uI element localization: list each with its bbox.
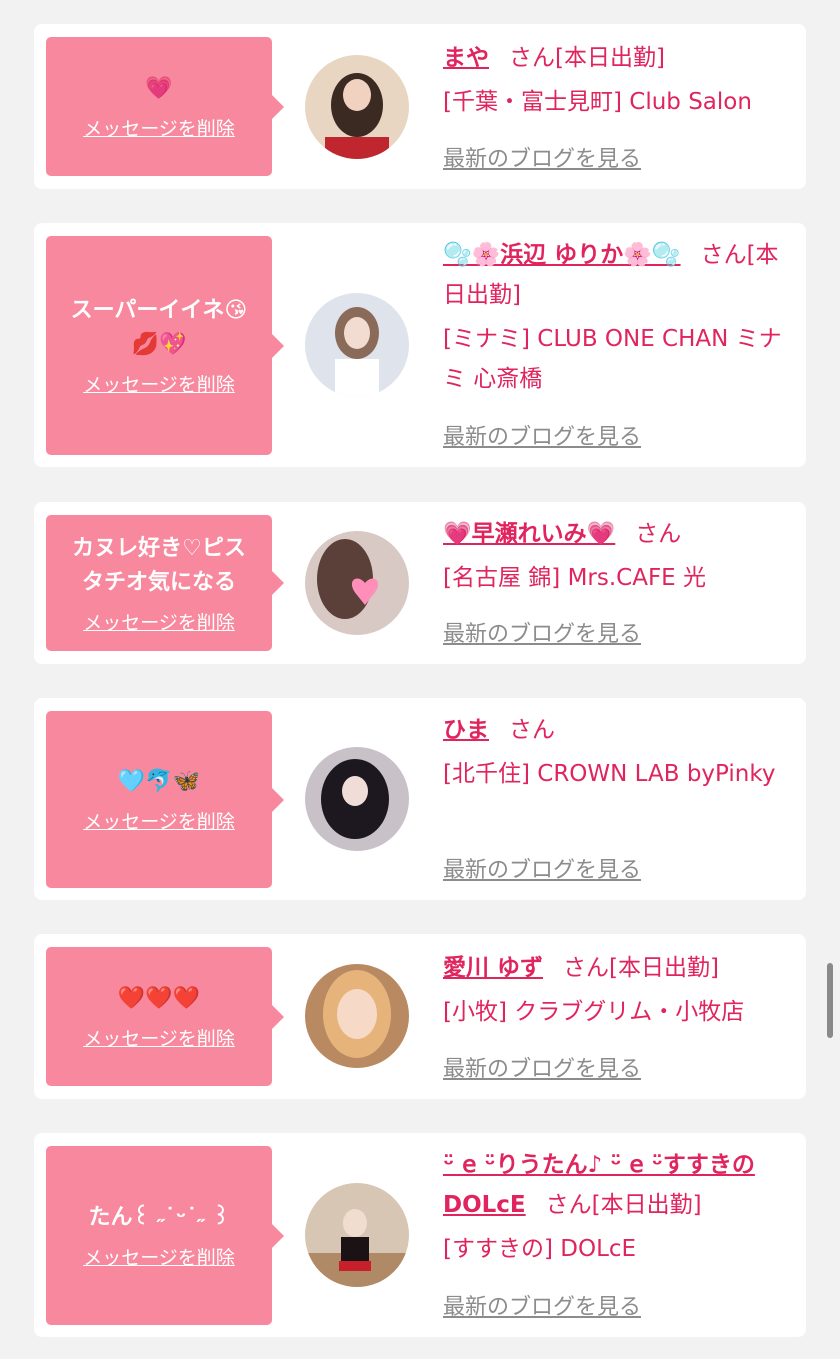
avatar[interactable] [305,1183,409,1287]
message-card: 🩵🐬🦋 メッセージを削除 ひま さん [北千住] CROWN LAB byPink… [34,698,806,900]
profile-info: ひま さん [北千住] CROWN LAB byPinky [443,710,792,794]
profile-name-link[interactable]: 🫧🌸浜辺 ゆりか🌸🫧 [443,242,681,268]
avatar[interactable] [305,293,409,397]
profile-info: ᵕ̈ 𝖾 ᵕ̈りうたん♪ ᵕ̈ 𝖾 ᵕ̈すすきのDOLcE さん[本日出勤] [す… [443,1145,792,1269]
delete-message-link[interactable]: メッセージを削除 [83,1243,235,1270]
profile-name-link[interactable]: 愛川 ゆず [443,955,543,981]
profile-info: 愛川 ゆず さん[本日出勤] [小牧] クラブグリム・小牧店 [443,948,792,1032]
message-text: 🩵🐬🦋 [117,769,201,794]
store-name: [北千住] CROWN LAB byPinky [443,761,776,787]
message-bubble: 💗 メッセージを削除 [46,37,284,176]
profile-name-link[interactable]: ひま [443,717,489,743]
honorific: さん [545,1192,592,1218]
message-card: 💗 メッセージを削除 まや さん[本日出勤] [千葉・富士見町] Club Sal… [34,24,806,189]
view-blog-link[interactable]: 最新のブログを見る [443,616,641,648]
view-blog-link[interactable]: 最新のブログを見る [443,1051,641,1083]
message-text: たん꒰ ˶˙ᵕ˙˶ ꒱ [88,1205,230,1230]
view-blog-link[interactable]: 最新のブログを見る [443,419,641,451]
message-bubble: カヌレ好き♡ピス タチオ気になる メッセージを削除 [46,515,284,651]
message-bubble: たん꒰ ˶˙ᵕ˙˶ ꒱ メッセージを削除 [46,1146,284,1325]
avatar[interactable] [305,964,409,1068]
attendance-status: [本日出勤] [555,45,665,71]
profile-info: まや さん[本日出勤] [千葉・富士見町] Club Salon [443,38,792,122]
view-blog-link[interactable]: 最新のブログを見る [443,852,641,884]
view-blog-link[interactable]: 最新のブログを見る [443,141,641,173]
delete-message-link[interactable]: メッセージを削除 [83,114,235,141]
profile-name-link[interactable]: 💗早瀬れいみ💗 [443,521,615,547]
avatar[interactable] [305,747,409,851]
delete-message-link[interactable]: メッセージを削除 [83,370,235,397]
delete-message-link[interactable]: メッセージを削除 [83,807,235,834]
honorific: さん [635,521,682,547]
scrollbar[interactable] [827,963,833,1038]
delete-message-link[interactable]: メッセージを削除 [83,1024,235,1051]
attendance-status: [本日出勤] [591,1192,702,1218]
honorific: さん [700,242,747,268]
store-name: [ミナミ] CLUB ONE CHAN ミナミ 心斎橋 [443,326,782,392]
store-name: [すすきの] DOLcE [443,1236,637,1262]
profile-info: 💗早瀬れいみ💗 さん [名古屋 錦] Mrs.CAFE 光 [443,514,792,598]
delete-message-link[interactable]: メッセージを削除 [83,608,235,635]
honorific: さん [563,955,610,981]
avatar[interactable] [305,531,409,635]
profile-info: 🫧🌸浜辺 ゆりか🌸🫧 さん[本日出勤] [ミナミ] CLUB ONE CHAN ミ… [443,235,792,399]
message-text: カヌレ好き♡ピス タチオ気になる [72,535,246,595]
view-blog-link[interactable]: 最新のブログを見る [443,1289,641,1321]
message-text: ❤️❤️❤️ [117,986,201,1011]
message-card: たん꒰ ˶˙ᵕ˙˶ ꒱ メッセージを削除 ᵕ̈ 𝖾 ᵕ̈りうたん♪ ᵕ̈ 𝖾 ᵕ… [34,1133,806,1337]
message-text: スーパーイイネ😘 💋💖 [70,298,248,357]
message-card: カヌレ好き♡ピス タチオ気になる メッセージを削除 💗早瀬れいみ💗 さん [名古屋… [34,502,806,664]
honorific: さん [509,45,555,71]
attendance-status: [本日出勤] [609,955,719,981]
store-name: [千葉・富士見町] Club Salon [443,89,752,115]
message-card: スーパーイイネ😘 💋💖 メッセージを削除 🫧🌸浜辺 ゆりか🌸🫧 さん[本日出勤] … [34,223,806,467]
store-name: [小牧] クラブグリム・小牧店 [443,999,745,1025]
message-card: ❤️❤️❤️ メッセージを削除 愛川 ゆず さん[本日出勤] [小牧] クラブグリ… [34,934,806,1099]
message-text: 💗 [145,76,173,101]
message-bubble: ❤️❤️❤️ メッセージを削除 [46,947,284,1086]
profile-name-link[interactable]: まや [443,45,489,71]
honorific: さん [509,717,555,743]
avatar[interactable] [305,55,409,159]
store-name: [名古屋 錦] Mrs.CAFE 光 [443,565,707,591]
message-bubble: スーパーイイネ😘 💋💖 メッセージを削除 [46,236,284,455]
message-bubble: 🩵🐬🦋 メッセージを削除 [46,711,284,888]
